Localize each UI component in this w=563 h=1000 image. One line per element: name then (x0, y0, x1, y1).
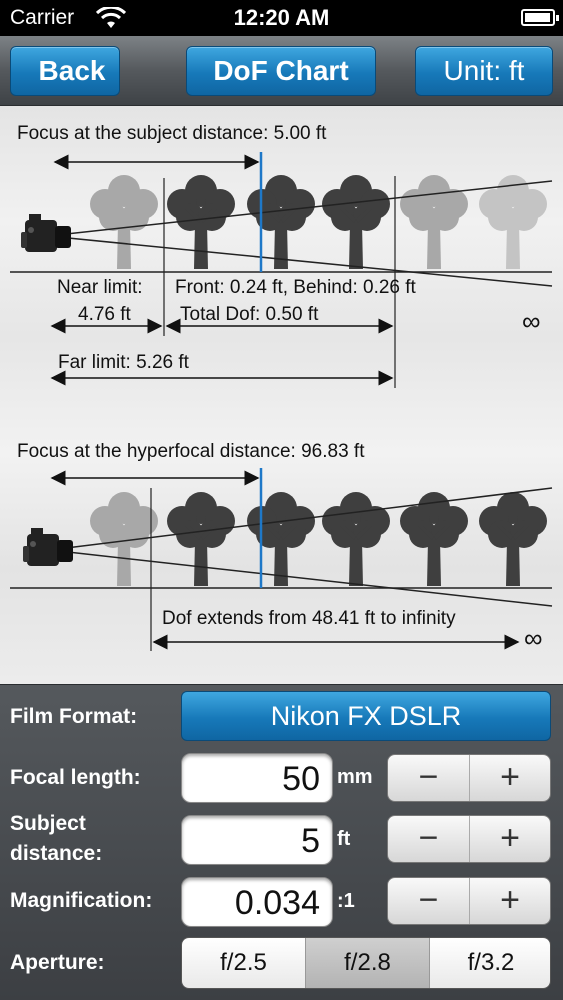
subject-distance-label-line1: Subject (10, 812, 86, 835)
hyperfocal-tree-row (90, 492, 547, 586)
film-format-value: Nikon FX DSLR (270, 701, 462, 731)
hyperfocal-heading: Focus at the hyperfocal distance: 96.83 … (17, 441, 365, 462)
near-limit-label: Near limit: (57, 277, 143, 298)
magnification-label: Magnification: (10, 889, 153, 912)
magnification-input[interactable]: 0.034 (181, 877, 333, 927)
aperture-option-f2-5[interactable]: f/2.5 (182, 938, 306, 988)
blurred-tree-icon (90, 492, 158, 586)
infinity-symbol: ∞ (524, 623, 543, 653)
focal-length-unit: mm (337, 766, 373, 788)
aperture-option-f3-2[interactable]: f/3.2 (430, 938, 550, 988)
focal-length-stepper: − + (387, 754, 551, 802)
near-limit-value: 4.76 ft (78, 304, 132, 325)
sharp-tree-icon (167, 492, 235, 586)
settings-panel: Film Format: Nikon FX DSLR Focal length:… (0, 684, 563, 1000)
magnification-unit: :1 (337, 890, 355, 912)
blurred-tree-icon (400, 175, 468, 269)
camera-icon (21, 214, 71, 252)
unit-button[interactable]: Unit: ft (415, 46, 553, 96)
subject-distance-increment-button[interactable]: + (469, 816, 551, 862)
aperture-label: Aperture: (10, 951, 105, 974)
magnification-stepper: − + (387, 877, 551, 925)
dof-chart-button[interactable]: DoF Chart (186, 46, 376, 96)
sharp-tree-icon (322, 492, 390, 586)
unit-button-label: Unit: ft (443, 55, 525, 86)
back-button-label: Back (38, 55, 106, 86)
blurred-tree-icon (479, 175, 547, 269)
film-format-label: Film Format: (10, 705, 138, 728)
sharp-tree-icon (247, 492, 315, 586)
battery-icon (521, 9, 559, 26)
sharp-tree-icon (479, 492, 547, 586)
focal-length-input[interactable]: 50 (181, 753, 333, 803)
aperture-segmented-control: f/2.5 f/2.8 f/3.2 (181, 937, 551, 989)
subject-distance-decrement-button[interactable]: − (388, 816, 470, 862)
sharp-tree-icon (247, 175, 315, 269)
back-button[interactable]: Back (10, 46, 120, 96)
total-dof-text: Total Dof: 0.50 ft (180, 304, 319, 325)
focal-length-increment-button[interactable]: + (469, 755, 551, 801)
subject-focus-heading: Focus at the subject distance: 5.00 ft (17, 123, 327, 144)
dof-diagram: Focus at the subject distance: 5.00 ft N… (10, 123, 553, 653)
battery-level (525, 13, 550, 22)
subject-distance-stepper: − + (387, 815, 551, 863)
subject-distance-unit: ft (337, 828, 351, 850)
film-format-button[interactable]: Nikon FX DSLR (181, 691, 551, 741)
focal-length-decrement-button[interactable]: − (388, 755, 470, 801)
far-limit-text: Far limit: 5.26 ft (58, 352, 190, 373)
dof-extent-text: Dof extends from 48.41 ft to infinity (162, 608, 456, 629)
magnification-increment-button[interactable]: + (469, 878, 551, 924)
camera-icon (23, 528, 73, 566)
dof-chart-button-label: DoF Chart (213, 55, 349, 86)
infinity-symbol: ∞ (522, 306, 541, 336)
navigation-bar: Back DoF Chart Unit: ft (0, 36, 563, 106)
magnification-decrement-button[interactable]: − (388, 878, 470, 924)
status-bar: Carrier 12:20 AM (0, 0, 563, 36)
aperture-option-f2-8[interactable]: f/2.8 (306, 938, 430, 988)
status-time: 12:20 AM (233, 5, 330, 30)
sharp-tree-icon (322, 175, 390, 269)
focal-length-label: Focal length: (10, 766, 141, 789)
blurred-tree-icon (90, 175, 158, 269)
dof-chart-area: Focus at the subject distance: 5.00 ft N… (0, 106, 563, 684)
subject-distance-label-line2: distance: (10, 842, 103, 865)
front-behind-text: Front: 0.24 ft, Behind: 0.26 ft (175, 277, 417, 298)
subject-distance-input[interactable]: 5 (181, 815, 333, 865)
